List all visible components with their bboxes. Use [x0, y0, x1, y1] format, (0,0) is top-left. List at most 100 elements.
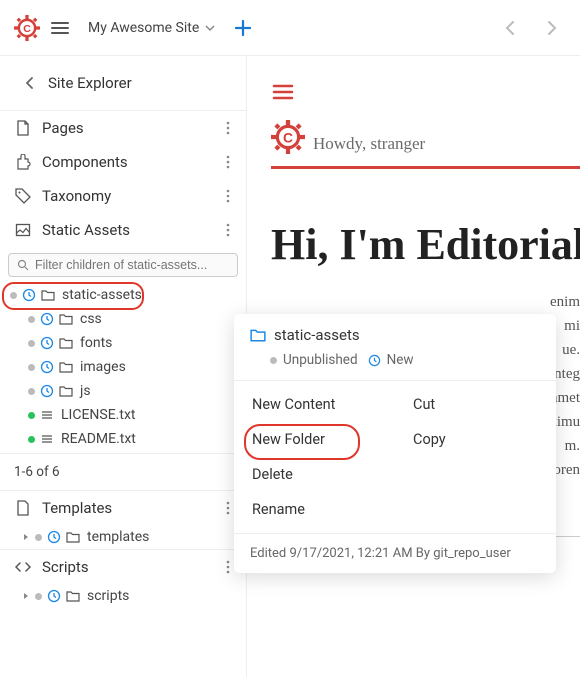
tree-item-label: LICENSE.txt	[61, 407, 135, 423]
caret-right-icon	[22, 533, 30, 541]
nav-item-label: Taxonomy	[42, 187, 210, 205]
tree-root-static-assets[interactable]: static-assets	[0, 283, 246, 307]
nav-item-label: Pages	[42, 119, 210, 137]
nav-item-templates[interactable]: Templates	[0, 491, 246, 525]
status-dot-icon	[28, 316, 35, 323]
nav-item-label: Static Assets	[42, 221, 210, 239]
status-new-label: New	[387, 352, 414, 368]
clock-icon	[22, 288, 36, 302]
status-dot-icon	[28, 388, 35, 395]
clock-icon	[40, 336, 54, 350]
nav-back-icon[interactable]	[496, 13, 526, 43]
explorer-header: Site Explorer	[0, 56, 246, 110]
more-icon[interactable]	[220, 221, 236, 239]
clock-icon	[40, 384, 54, 398]
tree-item-label: README.txt	[61, 431, 136, 447]
search-icon	[17, 259, 29, 271]
topbar: C My Awesome Site	[0, 0, 580, 56]
tree-item[interactable]: images	[0, 355, 246, 379]
status-dot-icon	[28, 436, 35, 443]
app-logo-icon: C	[14, 15, 40, 41]
status-dot-icon	[28, 364, 35, 371]
tree-item[interactable]: scripts	[0, 584, 246, 608]
status-dot-icon	[270, 357, 277, 364]
clock-icon	[40, 360, 54, 374]
content-menu-icon[interactable]	[271, 80, 580, 104]
file-lines-icon	[40, 408, 54, 422]
nav-forward-icon[interactable]	[536, 13, 566, 43]
puzzle-icon	[14, 154, 32, 170]
context-menu-new-content[interactable]: New Content	[234, 387, 395, 422]
file-lines-icon	[40, 432, 54, 446]
menu-icon[interactable]	[50, 18, 70, 38]
assets-icon	[14, 222, 32, 238]
filter-input[interactable]	[35, 258, 229, 272]
nav-item-label: Templates	[42, 499, 210, 517]
tree-item-label: static-assets	[62, 287, 142, 303]
context-menu-copy[interactable]: Copy	[395, 422, 556, 457]
tree-item-label: css	[80, 311, 102, 327]
nav-item-scripts[interactable]: Scripts	[0, 550, 246, 584]
clock-icon	[47, 530, 61, 544]
status-dot-icon	[10, 292, 17, 299]
context-menu-popover: static-assets Unpublished New New Conten…	[234, 314, 556, 573]
sidebar: Site Explorer Pages Components Taxonomy	[0, 56, 247, 677]
site-name: My Awesome Site	[88, 20, 199, 36]
greeting-text: Howdy, stranger	[313, 134, 425, 154]
context-menu-footer: Edited 9/17/2021, 12:21 AM By git_repo_u…	[234, 533, 556, 573]
status-dot-icon	[35, 593, 42, 600]
tree-item[interactable]: js	[0, 379, 246, 403]
more-icon[interactable]	[220, 187, 236, 205]
more-icon[interactable]	[220, 153, 236, 171]
clock-icon	[47, 589, 61, 603]
status-dot-icon	[28, 340, 35, 347]
tree-item[interactable]: LICENSE.txt	[0, 403, 246, 427]
caret-right-icon	[22, 592, 30, 600]
tree-item-label: templates	[87, 529, 149, 545]
tree-item-label: scripts	[87, 588, 129, 604]
folder-icon	[59, 336, 73, 350]
context-menu-cut[interactable]: Cut	[395, 387, 556, 422]
tree-item[interactable]: templates	[0, 525, 246, 549]
status-dot-icon	[35, 534, 42, 541]
site-selector[interactable]: My Awesome Site	[88, 20, 215, 36]
filter-input-wrap[interactable]	[8, 253, 238, 277]
more-icon[interactable]	[220, 119, 236, 137]
back-icon[interactable]	[24, 77, 36, 89]
tree-item-label: fonts	[80, 335, 112, 351]
nav-item-label: Components	[42, 153, 210, 171]
nav-item-taxonomy[interactable]: Taxonomy	[0, 179, 246, 213]
page-heading: Hi, I'm Editorial	[271, 219, 580, 270]
code-icon	[14, 559, 32, 575]
nav-item-pages[interactable]: Pages	[0, 111, 246, 145]
folder-icon	[59, 384, 73, 398]
context-menu-rename[interactable]: Rename	[234, 492, 395, 527]
tree-item-label: images	[80, 359, 126, 375]
status-unpublished-label: Unpublished	[283, 352, 358, 368]
page-icon	[14, 120, 32, 136]
folder-icon	[41, 288, 55, 302]
svg-text:C: C	[283, 129, 293, 145]
status-dot-icon	[28, 412, 35, 419]
folder-icon	[59, 360, 73, 374]
nav-item-label: Scripts	[42, 558, 210, 576]
context-menu-new-folder[interactable]: New Folder	[234, 422, 395, 457]
tree-item[interactable]: css	[0, 307, 246, 331]
tag-icon	[14, 188, 32, 204]
tree-item-label: js	[80, 383, 91, 399]
clock-icon	[368, 354, 381, 367]
context-menu-delete[interactable]: Delete	[234, 457, 395, 492]
folder-icon	[59, 312, 73, 326]
folder-icon	[66, 530, 80, 544]
tree-item[interactable]: fonts	[0, 331, 246, 355]
add-button[interactable]	[233, 18, 253, 38]
chevron-down-icon	[205, 23, 215, 33]
nav-item-static-assets[interactable]: Static Assets	[0, 213, 246, 247]
clock-icon	[40, 312, 54, 326]
content-logo-icon: C	[271, 120, 305, 154]
explorer-title: Site Explorer	[48, 74, 132, 92]
folder-icon	[250, 327, 266, 343]
nav-item-components[interactable]: Components	[0, 145, 246, 179]
tree-item[interactable]: README.txt	[0, 427, 246, 451]
pagination-count: 1-6 of 6	[0, 453, 246, 490]
